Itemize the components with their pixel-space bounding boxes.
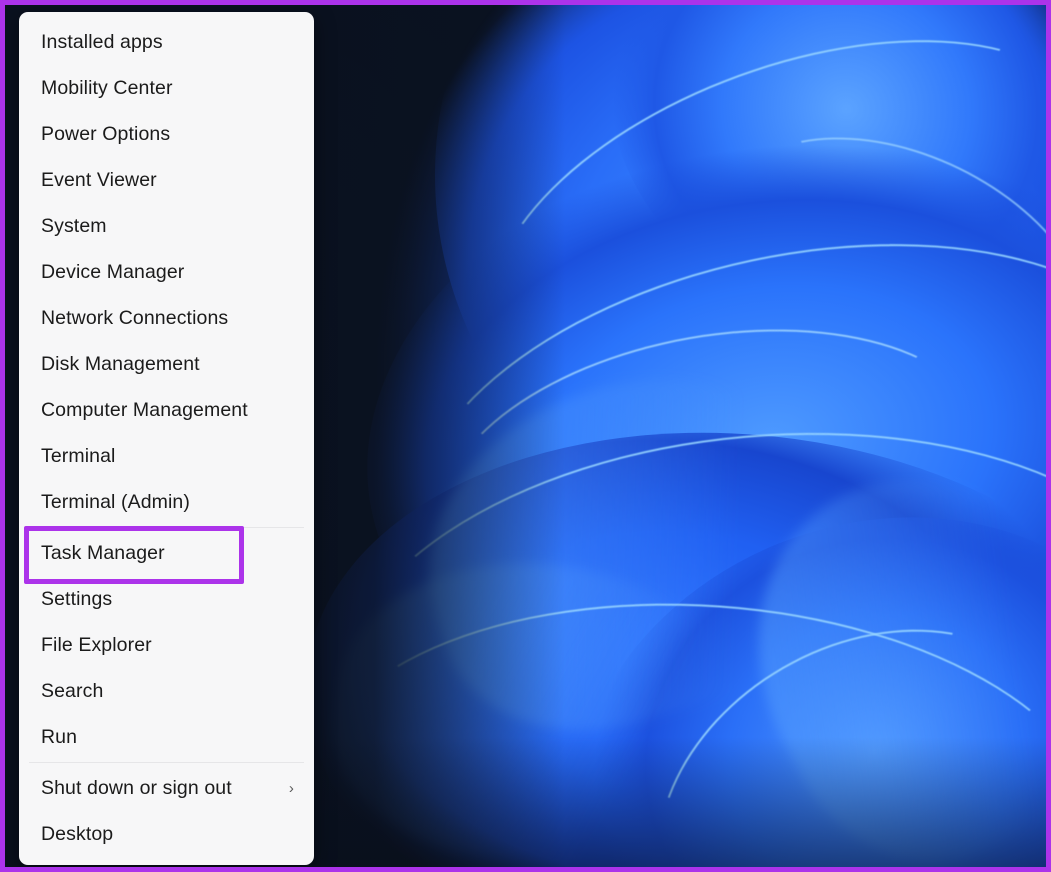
menu-item-label: Run xyxy=(41,725,78,748)
menu-item-terminal[interactable]: Terminal xyxy=(19,433,314,479)
menu-item-label: Settings xyxy=(41,587,113,610)
menu-item-label: System xyxy=(41,214,107,237)
menu-item-task-manager[interactable]: Task Manager xyxy=(19,530,314,576)
menu-item-computer-management[interactable]: Computer Management xyxy=(19,387,314,433)
menu-item-power-options[interactable]: Power Options xyxy=(19,111,314,157)
menu-item-device-manager[interactable]: Device Manager xyxy=(19,249,314,295)
menu-item-label: Terminal (Admin) xyxy=(41,490,190,513)
menu-item-label: File Explorer xyxy=(41,633,152,656)
menu-item-mobility-center[interactable]: Mobility Center xyxy=(19,65,314,111)
winx-quick-link-menu[interactable]: Installed apps Mobility Center Power Opt… xyxy=(19,12,314,865)
menu-item-settings[interactable]: Settings xyxy=(19,576,314,622)
menu-item-label: Disk Management xyxy=(41,352,200,375)
menu-separator-2 xyxy=(29,762,304,763)
menu-item-label: Terminal xyxy=(41,444,116,467)
menu-item-label: Computer Management xyxy=(41,398,248,421)
menu-item-label: Device Manager xyxy=(41,260,185,283)
menu-item-label: Event Viewer xyxy=(41,168,157,191)
menu-item-network-connections[interactable]: Network Connections xyxy=(19,295,314,341)
menu-item-desktop[interactable]: Desktop xyxy=(19,811,314,857)
menu-item-label: Installed apps xyxy=(41,30,163,53)
menu-item-label: Network Connections xyxy=(41,306,229,329)
menu-item-event-viewer[interactable]: Event Viewer xyxy=(19,157,314,203)
menu-item-label: Desktop xyxy=(41,822,114,845)
menu-item-search[interactable]: Search xyxy=(19,668,314,714)
menu-item-run[interactable]: Run xyxy=(19,714,314,760)
menu-item-installed-apps[interactable]: Installed apps xyxy=(19,19,314,65)
menu-item-label: Shut down or sign out xyxy=(41,776,232,799)
menu-item-file-explorer[interactable]: File Explorer xyxy=(19,622,314,668)
menu-item-disk-management[interactable]: Disk Management xyxy=(19,341,314,387)
menu-separator-1 xyxy=(29,527,304,528)
menu-item-label: Task Manager xyxy=(41,541,165,564)
menu-item-label: Power Options xyxy=(41,122,171,145)
menu-item-label: Search xyxy=(41,679,104,702)
menu-item-terminal-admin[interactable]: Terminal (Admin) xyxy=(19,479,314,525)
menu-item-label: Mobility Center xyxy=(41,76,173,99)
menu-item-shut-down-or-sign-out[interactable]: Shut down or sign out › xyxy=(19,765,314,811)
chevron-right-icon: › xyxy=(288,779,294,797)
screen: Installed apps Mobility Center Power Opt… xyxy=(0,0,1051,872)
menu-item-system[interactable]: System xyxy=(19,203,314,249)
